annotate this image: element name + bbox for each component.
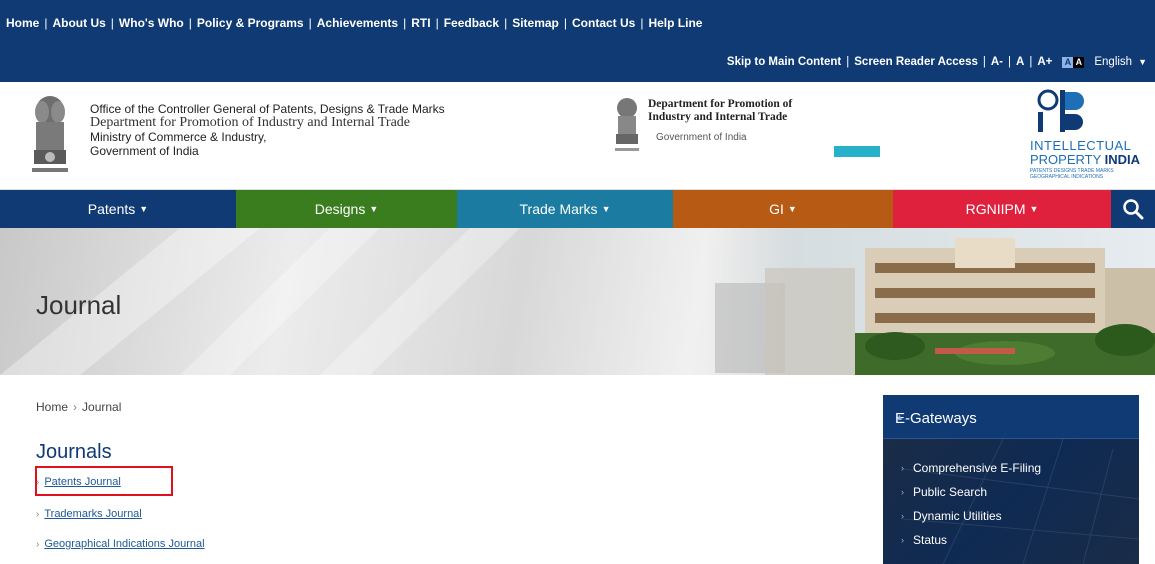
ip-india-mark-icon	[1037, 89, 1084, 132]
accessibility-bar: Skip to Main Content | Screen Reader Acce…	[726, 56, 1147, 68]
nav-rgniipm[interactable]: RGNIIPM ▼	[893, 190, 1111, 228]
font-normal-button[interactable]: A	[1016, 56, 1024, 68]
skip-to-main-link[interactable]: Skip to Main Content	[727, 56, 841, 68]
dpiit-line-2: Industry and Internal Trade	[648, 111, 788, 123]
national-emblem-icon	[32, 96, 68, 172]
dpiit-emblem-icon	[615, 98, 639, 151]
banner-title: Journal	[36, 290, 122, 320]
chevron-right-icon: ›	[901, 511, 904, 521]
caret-down-icon: ▼	[1029, 204, 1039, 214]
font-decrease-button[interactable]: A-	[991, 56, 1003, 68]
office-title: Office of the Controller General of Pate…	[90, 102, 445, 158]
egateways-header[interactable]: E-Gateways ▲	[883, 395, 1139, 439]
top-link-help-line[interactable]: Help Line	[648, 16, 702, 30]
chevron-down-icon: ▼	[1138, 57, 1147, 67]
egateway-item-dynamic-utilities[interactable]: › Dynamic Utilities	[901, 509, 1002, 523]
caret-down-icon: ▼	[601, 204, 611, 214]
egateway-item-e-filing[interactable]: › Comprehensive E-Filing	[901, 461, 1042, 475]
dpiit-click-button[interactable]	[834, 146, 880, 157]
top-link-about-us[interactable]: About Us	[52, 16, 105, 30]
ip-india-property: PROPERTY	[1030, 152, 1105, 167]
contrast-toggle[interactable]: AA	[1062, 56, 1085, 68]
egateway-label: Public Search	[913, 485, 988, 499]
ip-india-line-2: PROPERTY INDIA	[1030, 152, 1140, 167]
office-line-2: Department for Promotion of Industry and…	[90, 115, 410, 130]
top-link-home[interactable]: Home	[6, 16, 39, 30]
nav-trade-marks[interactable]: Trade Marks ▼	[457, 190, 673, 228]
page-banner: Journal	[0, 228, 1155, 375]
office-line-3: Ministry of Commerce & Industry,	[90, 130, 267, 144]
dpiit-line-1: Department for Promotion of	[648, 98, 793, 110]
top-link-policy-programs[interactable]: Policy & Programs	[197, 16, 304, 30]
dpiit-title: Department for Promotion of Industry and…	[648, 98, 792, 124]
dpiit-logo[interactable]: Department for Promotion of Industry and…	[612, 94, 892, 164]
chevron-right-icon: ›	[901, 487, 904, 497]
search-icon	[1123, 199, 1144, 220]
ip-india-line-1: INTELLECTUAL	[1030, 138, 1132, 153]
ip-india-logo[interactable]: INTELLECTUAL PROPERTY INDIA PATENTS DESI…	[1030, 86, 1150, 186]
nav-designs-label: Designs	[314, 201, 366, 217]
language-select[interactable]: English ▼	[1094, 56, 1147, 68]
nav-rgniipm-label: RGNIIPM	[965, 201, 1026, 217]
ip-india-india: INDIA	[1104, 152, 1141, 167]
collapse-icon: ▲	[895, 412, 904, 422]
contrast-normal-icon: A	[1062, 56, 1074, 68]
egateways-list: › Comprehensive E-Filing › Public Search ›…	[883, 439, 1139, 564]
egateway-label: Comprehensive E-Filing	[913, 461, 1042, 475]
chevron-right-icon: ›	[901, 535, 904, 545]
top-bar: Home | About Us | Who's Who | Policy & Program…	[0, 0, 1155, 82]
nav-patents-label: Patents	[87, 201, 136, 217]
language-label: English	[1094, 56, 1133, 68]
office-line-4: Government of India	[90, 144, 199, 158]
egateway-item-status[interactable]: › Status	[901, 533, 948, 547]
font-increase-button[interactable]: A+	[1037, 56, 1052, 68]
caret-down-icon: ▼	[369, 204, 379, 214]
egateway-item-public-search[interactable]: › Public Search	[901, 485, 988, 499]
building-photo	[705, 228, 1155, 375]
main-nav: Patents ▼ Designs ▼ Trade Marks ▼ GI ▼ RGNII…	[0, 190, 1155, 228]
breadcrumb-current: Journal	[82, 400, 122, 414]
top-link-contact-us[interactable]: Contact Us	[572, 16, 635, 30]
office-line-1: Office of the Controller General of Pate…	[90, 102, 445, 116]
contrast-dark-icon: A	[1073, 56, 1085, 68]
egateway-label: Dynamic Utilities	[913, 509, 1002, 523]
nav-trade-marks-label: Trade Marks	[519, 201, 598, 217]
caret-down-icon: ▼	[787, 204, 797, 214]
dpiit-line-3: Government of India	[656, 132, 747, 143]
trademarks-journal-link[interactable]: Trademarks Journal	[44, 508, 141, 520]
ip-india-line-3: PATENTS DESIGNS TRADE MARKS GEOGRAPHICAL…	[1030, 168, 1114, 180]
egateways-panel: E-Gateways ▲ › Comprehensive E-Filing › Pu…	[883, 395, 1139, 564]
nav-designs[interactable]: Designs ▼	[236, 190, 457, 228]
nav-gi-label: GI	[769, 201, 784, 217]
chevron-right-icon: ›	[73, 400, 78, 414]
top-link-feedback[interactable]: Feedback	[444, 16, 499, 30]
chevron-right-icon: ›	[901, 463, 904, 473]
screen-reader-link[interactable]: Screen Reader Access	[854, 56, 978, 68]
top-link-rti[interactable]: RTI	[411, 16, 430, 30]
caret-down-icon: ▼	[139, 204, 149, 214]
egateway-label: Status	[913, 533, 948, 547]
top-link-whos-who[interactable]: Who's Who	[119, 16, 184, 30]
page-title: Journals	[36, 441, 112, 463]
top-link-sitemap[interactable]: Sitemap	[512, 16, 559, 30]
breadcrumb: Home › Journal	[36, 400, 121, 414]
gi-journal-link[interactable]: Geographical Indications Journal	[44, 538, 204, 550]
top-links: Home | About Us | Who's Who | Policy & Program…	[6, 16, 703, 30]
search-button[interactable]	[1111, 190, 1155, 228]
nav-gi[interactable]: GI ▼	[673, 190, 893, 228]
nav-patents[interactable]: Patents ▼	[0, 190, 236, 228]
site-header: Office of the Controller General of Pate…	[0, 82, 1155, 190]
list-item: › Geographical Indications Journal	[36, 538, 205, 550]
breadcrumb-home[interactable]: Home	[36, 400, 68, 414]
top-link-achievements[interactable]: Achievements	[317, 16, 398, 30]
list-item: › Trademarks Journal	[36, 508, 142, 520]
highlight-box	[35, 466, 173, 496]
